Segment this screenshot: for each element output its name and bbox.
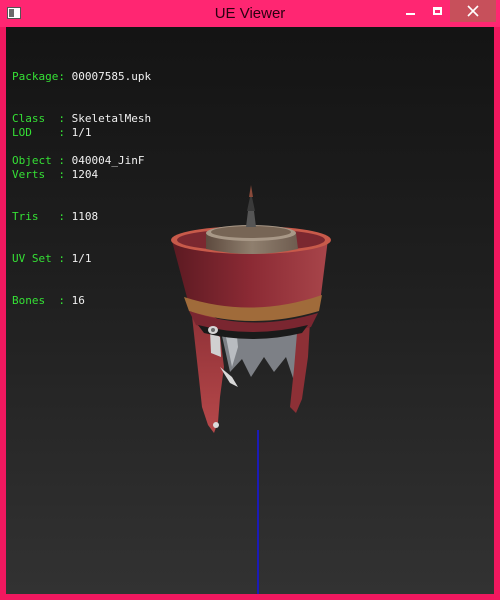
y-axis-gizmo bbox=[257, 430, 259, 594]
close-icon bbox=[467, 5, 479, 17]
title-bar[interactable]: UE Viewer bbox=[0, 0, 500, 27]
3d-viewport[interactable]: Package: 00007585.upk Class : SkeletalMe… bbox=[6, 27, 494, 594]
maximize-button[interactable] bbox=[426, 0, 450, 22]
close-button[interactable] bbox=[450, 0, 496, 22]
hat-mesh-render bbox=[171, 185, 331, 433]
minimize-button[interactable] bbox=[392, 0, 426, 22]
app-window: UE Viewer Package: 00007585.upk Class : … bbox=[0, 0, 500, 600]
